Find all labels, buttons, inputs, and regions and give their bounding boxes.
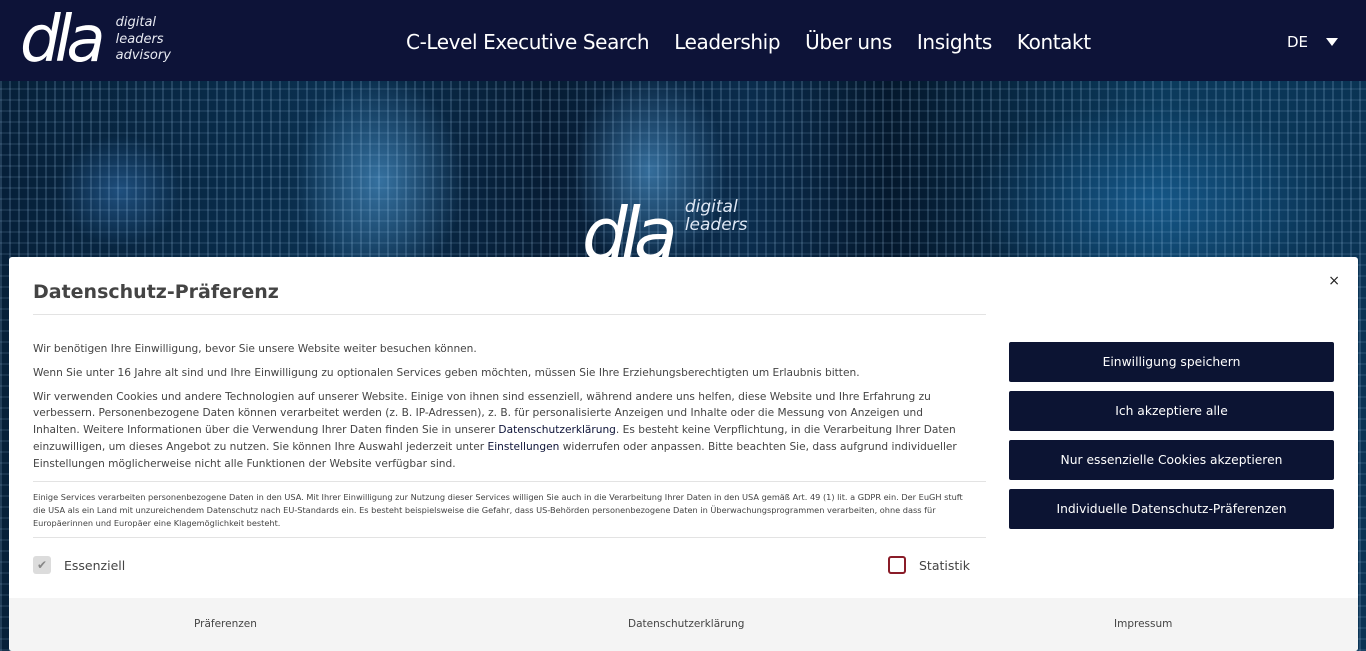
age-paragraph: Wenn Sie unter 16 Jahre alt sind und Ihr…: [33, 366, 860, 379]
logo-text: digital leaders advisory: [116, 15, 171, 65]
hero-logo-line: digital: [684, 197, 738, 217]
checkbox-statistics-label: Statistik: [919, 557, 970, 573]
site-logo[interactable]: dla digital leaders advisory: [20, 8, 171, 72]
privacy-policy-link[interactable]: Datenschutzerklärung: [498, 424, 615, 436]
nav-executive-search[interactable]: C-Level Executive Search: [406, 28, 650, 56]
consent-buttons: Einwilligung speichern Ich akzeptiere al…: [1009, 342, 1334, 529]
checkbox-statistics[interactable]: Statistik: [888, 556, 970, 574]
logo-mark: dla: [20, 3, 106, 77]
divider: [33, 537, 986, 538]
accept-all-button[interactable]: Ich akzeptiere alle: [1009, 391, 1334, 431]
checkbox-box: [888, 556, 906, 574]
modal-body: Wir benötigen Ihre Einwilligung, bevor S…: [33, 341, 968, 480]
modal-title: Datenschutz-Präferenz: [33, 281, 279, 303]
nav-insights[interactable]: Insights: [917, 28, 992, 56]
privacy-modal: × Datenschutz-Präferenz Wir benötigen Ih…: [9, 257, 1358, 651]
logo-line: leaders: [115, 31, 164, 47]
accept-essential-button[interactable]: Nur essenzielle Cookies akzeptieren: [1009, 440, 1334, 480]
consent-paragraph: Wir benötigen Ihre Einwilligung, bevor S…: [33, 343, 477, 355]
divider: [33, 314, 986, 315]
nav-kontakt[interactable]: Kontakt: [1017, 28, 1091, 56]
nav-leadership[interactable]: Leadership: [674, 28, 780, 56]
footer-preferences-link[interactable]: Präferenzen: [194, 618, 257, 630]
settings-link[interactable]: Einstellungen: [488, 441, 560, 453]
usa-notice: Einige Services verarbeiten personenbezo…: [33, 492, 963, 528]
check-icon: ✔: [33, 556, 51, 574]
individual-preferences-button[interactable]: Individuelle Datenschutz-Präferenzen: [1009, 489, 1334, 529]
checkbox-essential[interactable]: ✔ Essenziell: [33, 556, 125, 574]
site-header: dla digital leaders advisory C-Level Exe…: [0, 0, 1366, 81]
footer-imprint-link[interactable]: Impressum: [1114, 618, 1172, 630]
modal-footer: Präferenzen Datenschutzerklärung Impress…: [9, 598, 1358, 651]
logo-line: advisory: [115, 48, 171, 64]
nav-ueber-uns[interactable]: Über uns: [805, 28, 892, 56]
hero-logo-line: leaders: [684, 215, 748, 235]
cookies-paragraph: Wir verwenden Cookies und andere Technol…: [33, 389, 968, 473]
checkbox-essential-label: Essenziell: [64, 557, 126, 573]
logo-line: digital: [115, 15, 157, 31]
language-selector[interactable]: DE: [1287, 33, 1339, 51]
chevron-down-icon: [1326, 38, 1339, 46]
save-consent-button[interactable]: Einwilligung speichern: [1009, 342, 1334, 382]
divider: [33, 481, 986, 482]
language-label: DE: [1287, 33, 1309, 51]
main-nav: C-Level Executive Search Leadership Über…: [406, 28, 1091, 56]
footer-privacy-link[interactable]: Datenschutzerklärung: [628, 618, 744, 630]
close-icon[interactable]: ×: [1328, 273, 1340, 289]
